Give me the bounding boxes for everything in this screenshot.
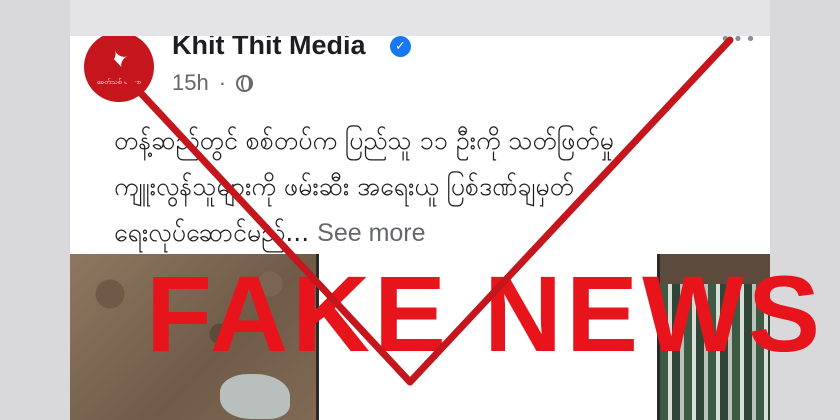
post-line-3-text: ရေးလုပ်ဆောင်မည်... xyxy=(114,218,310,247)
page-name-link[interactable]: Khit Thit Media xyxy=(172,36,365,61)
page-avatar[interactable]: ✦ ခေတ်သစ် မီဒီယာ xyxy=(84,36,154,102)
avatar-brand-text: ခေတ်သစ် မီဒီယာ xyxy=(96,78,142,86)
fake-news-stamp: FAKE NEWS xyxy=(146,253,825,374)
post-meta: 15h · xyxy=(172,70,254,96)
brand-logo-icon: ✦ xyxy=(103,43,135,79)
more-options-icon[interactable]: ••• xyxy=(720,36,756,49)
post-line-2: ကျူးလွန်သူများကို ဖမ်းဆီး အရေးယူ ပြစ်ဒဏ်… xyxy=(114,172,574,201)
meta-separator: · xyxy=(218,70,227,95)
see-more-link[interactable]: See more xyxy=(317,219,425,247)
globe-icon[interactable] xyxy=(236,74,254,92)
post-line-3: ရေးလုပ်ဆောင်မည်... See more xyxy=(114,210,744,256)
verified-badge-icon: ✓ xyxy=(390,36,411,57)
post-body: တန့်ဆည်တွင် စစ်တပ်က ပြည်သူ ၁၁ ဦးကို သတ်ဖ… xyxy=(114,118,744,256)
post-line-1: တန့်ဆည်တွင် စစ်တပ်က ပြည်သူ ၁၁ ဦးကို သတ်ဖ… xyxy=(114,126,614,155)
post-timestamp[interactable]: 15h xyxy=(172,70,209,96)
background-stripe-left xyxy=(0,0,70,420)
photo-rock xyxy=(220,374,290,419)
